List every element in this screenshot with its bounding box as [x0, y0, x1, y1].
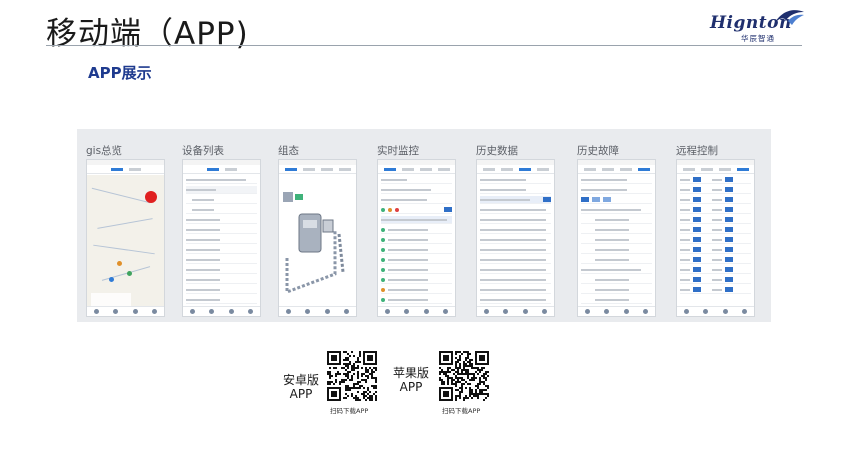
phone-mockup [86, 159, 165, 317]
screen-title: 历史数据 [476, 145, 518, 157]
screen-remote-control: 远程控制 [667, 129, 759, 322]
android-label-line1: 安卓版 [283, 373, 320, 387]
screen-scada: 组态 [269, 129, 361, 322]
scada-diagram [283, 192, 345, 295]
map-pin-icon [109, 277, 114, 282]
screen-title: 组态 [278, 145, 299, 157]
screen-history-data: 历史数据 [467, 129, 559, 322]
android-download-label: 安卓版 APP [283, 373, 319, 401]
header-divider [46, 45, 802, 46]
ios-label-line2: APP [399, 380, 423, 394]
ios-qr-caption: 扫码下载APP [442, 407, 481, 415]
qr-code-icon[interactable] [327, 351, 377, 401]
screen-title: 设备列表 [182, 145, 224, 157]
phone-mockup [182, 159, 261, 317]
ios-label-line1: 苹果版 [393, 366, 430, 380]
screen-device-list: 设备列表 [173, 129, 265, 322]
screen-title: 历史故障 [577, 145, 619, 157]
bird-swoosh-icon [774, 10, 804, 25]
phone-mockup [377, 159, 456, 317]
screen-title: 实时监控 [377, 145, 419, 157]
android-label-line2: APP [289, 387, 313, 401]
section-subtitle: APP展示 [88, 64, 152, 82]
android-qr-caption: 扫码下载APP [330, 407, 369, 415]
map-pin-icon [117, 261, 122, 266]
app-screenshot-gallery: gis总览 设备列表 组态 实时监控 历史数据 历史故障 远程控制 [77, 129, 771, 322]
screen-history-faults: 历史故障 [568, 129, 660, 322]
qr-code-icon[interactable] [439, 351, 489, 401]
screen-realtime-monitoring: 实时监控 [368, 129, 460, 322]
screen-gis-overview: gis总览 [77, 129, 169, 322]
phone-mockup [577, 159, 656, 317]
alarm-marker-icon [145, 191, 157, 203]
logo-chinese-name: 华辰智通 [741, 34, 775, 43]
screen-title: gis总览 [86, 145, 123, 157]
map-pin-icon [127, 271, 132, 276]
company-logo: Hignton 华辰智通 [706, 6, 806, 44]
page-title: 移动端（APP) [46, 16, 249, 52]
phone-mockup [676, 159, 755, 317]
ios-download-label: 苹果版 APP [393, 366, 429, 394]
phone-mockup [476, 159, 555, 317]
map-view [87, 175, 164, 307]
phone-mockup [278, 159, 357, 317]
screen-title: 远程控制 [676, 145, 718, 157]
